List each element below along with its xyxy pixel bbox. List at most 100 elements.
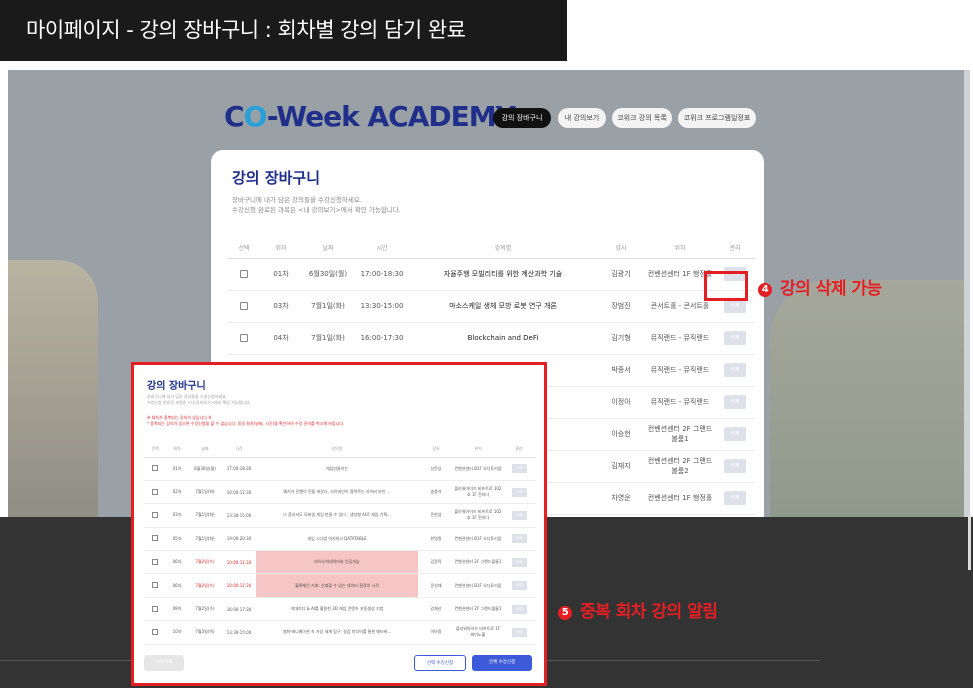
popup-title: 강의 장바구니 (147, 381, 206, 392)
enroll-selected-button[interactable]: 선택 수강신청 (414, 655, 466, 671)
row-checkbox[interactable] (152, 582, 158, 589)
instructor-cell: 김재지 (597, 450, 645, 483)
delete-button[interactable]: 삭제 (511, 581, 527, 591)
instructor-cell: 신문상 (418, 457, 454, 481)
enroll-all-button[interactable]: 전체 수강신청 (472, 655, 532, 671)
popup-description: 장바구니에 내가 담은 강의들을 수강신청하세요. 수강신청 완료된 과목은 <… (147, 394, 251, 406)
instructor-cell: 차영운 (597, 482, 645, 515)
date-cell: 7월2일(수) (188, 597, 222, 622)
site-logo[interactable]: CO-Week ACADEMY (224, 100, 516, 133)
round-cell: 04차 (261, 322, 301, 355)
page-title: 마이페이지 - 강의 장바구니 : 회차별 강의 담기 완료 (0, 0, 567, 61)
time-cell: 16:00-17:30 (222, 597, 256, 622)
column-header: 관리 (502, 441, 536, 458)
duplicate-note-text: 중복 회차 강의 알림 (580, 602, 718, 622)
instructor-cell: 이정아 (597, 386, 645, 419)
delete-button[interactable]: 삭제 (511, 557, 527, 567)
manage-cell: 삭제 (502, 457, 536, 481)
row-checkbox[interactable] (152, 558, 158, 565)
manage-cell: 삭제 (715, 482, 755, 515)
nav-lecture-list[interactable]: 코위크 강의 목록 (612, 108, 672, 128)
manage-cell: 삭제 (502, 573, 536, 598)
delete-button[interactable]: 삭제 (724, 459, 746, 473)
select-cell (144, 480, 166, 505)
date-cell: 6월30일(월) (301, 258, 355, 291)
row-checkbox[interactable] (240, 334, 248, 342)
duplicate-row: 06차 7월2일(수) 10:00-11:30 블록체인 기초: 신뢰할 수 있는 데… (144, 573, 536, 598)
column-header: 날짜 (301, 238, 355, 259)
instructor-cell: 박종서 (597, 354, 645, 387)
manage-cell: 삭제 (715, 418, 755, 451)
delete-button[interactable]: 삭제 (511, 604, 527, 614)
manage-cell: 삭제 (502, 620, 536, 645)
manage-cell: 삭제 (502, 550, 536, 575)
round-cell: 06차 (166, 573, 188, 598)
duplicate-warning: ※ 회차가 중복되는 강의가 있습니다 ※ * 중복되는 강의가 있으면 수강신… (147, 415, 344, 427)
manage-cell: 삭제 (715, 450, 755, 483)
instructor-cell: 한영원 (418, 527, 454, 552)
background-castle (770, 280, 970, 517)
row-checkbox[interactable] (152, 535, 158, 542)
column-header: 회차 (166, 441, 188, 458)
location-cell: 뮤직랜드 - 뮤직랜드 (645, 386, 715, 419)
delete-note-text: 강의 삭제 가능 (780, 279, 882, 299)
location-cell: 컨벤션센터 2F 그랜드볼룸1 (454, 550, 502, 575)
round-cell: 02차 (166, 480, 188, 505)
row-checkbox[interactable] (152, 605, 158, 612)
manage-cell: 삭제 (715, 322, 755, 355)
round-cell: 01차 (261, 258, 301, 291)
scroll-thumb[interactable] (968, 515, 971, 570)
row-checkbox[interactable] (152, 465, 158, 472)
time-cell: 16:00-17:30 (355, 322, 409, 355)
manage-cell: 삭제 (715, 354, 755, 387)
row-checkbox[interactable] (240, 270, 248, 278)
delete-button[interactable]: 삭제 (724, 491, 746, 505)
location-cell: 플라워아이즈 비프트로 102호 1F 전의다 (454, 480, 502, 505)
column-header: 시간 (222, 441, 256, 458)
duplicate-note: 5 중복 회차 강의 알림 (558, 597, 718, 622)
delete-button[interactable]: 삭제 (511, 627, 527, 637)
column-header: 강사 (597, 238, 645, 259)
nav-my-lectures[interactable]: 내 강의보기 (558, 108, 606, 128)
instructor-cell: 윤성재 (418, 573, 454, 598)
row-checkbox[interactable] (152, 511, 158, 518)
instructor-cell: 송종석 (418, 480, 454, 505)
row-checkbox[interactable] (240, 302, 248, 310)
location-cell: 뮤직랜드 - 뮤직랜드 (645, 322, 715, 355)
nav-program-schedule[interactable]: 코위크 프로그램일정표 (678, 108, 756, 128)
time-cell: 10:00-11:30 (222, 480, 256, 505)
instructor-cell: 김광기 (597, 258, 645, 291)
delete-button[interactable]: 삭제 (724, 395, 746, 409)
time-cell: 13:30-15:00 (222, 620, 256, 645)
scrollbar[interactable] (964, 70, 970, 517)
time-cell: 17:00-18:30 (222, 457, 256, 481)
cart-description: 장바구니에 내가 담은 강의들을 수강신청하세요. 수강신청 완료된 과목은 <… (232, 195, 401, 215)
delete-button[interactable]: 삭제 (724, 331, 746, 345)
delete-button[interactable]: 삭제 (724, 427, 746, 441)
delete-button[interactable]: 삭제 (511, 487, 527, 497)
delete-button[interactable]: 삭제 (724, 299, 746, 313)
background-slide (8, 260, 98, 517)
manage-cell: 삭제 (715, 386, 755, 419)
delete-button[interactable]: 삭제 (511, 510, 527, 520)
time-cell: 19:00-20:30 (222, 527, 256, 552)
manage-cell: 삭제 (502, 480, 536, 505)
table-row: 02차 7월1일(화) 10:00-11:30 예거가 진행이 된을 바꾼다, 사이버… (144, 480, 536, 505)
table-row: 04차 7월1일(화) 16:00-17:30 Blockchain and DeFi… (227, 322, 755, 355)
row-checkbox[interactable] (152, 488, 158, 495)
date-cell: 7월1일(화) (188, 480, 222, 505)
table-row: 09차 7월2일(수) 16:00-17:30 석대미디 & AI를 활용한 3D 게… (144, 597, 536, 622)
select-cell (227, 322, 261, 355)
table-row: 01차 6월30일(월) 17:00-18:30 게임만끝이는 신문상 컨벤션센터 B1F… (144, 457, 536, 481)
nav-cart[interactable]: 강의 장바구니 (493, 108, 551, 128)
time-cell: 13:30-15:00 (355, 290, 409, 323)
delete-highlight-box (704, 271, 748, 301)
column-header: 강의명 (256, 441, 418, 458)
row-checkbox[interactable] (152, 628, 158, 635)
delete-button[interactable]: 삭제 (511, 464, 527, 474)
delete-button[interactable]: 삭제 (724, 363, 746, 377)
cart-desc-line: 수강신청 완료된 과목은 <내 강의보기>에서 확인 가능합니다. (232, 206, 401, 214)
popup-table: 선택 회차 날짜 시간 강의명 강사 위치 관리 01차 6월30일(월) 17:00-18:30… (144, 441, 536, 645)
delete-button[interactable]: 삭제 (511, 534, 527, 544)
delete-selected-button[interactable]: 선택삭제 (144, 655, 184, 671)
